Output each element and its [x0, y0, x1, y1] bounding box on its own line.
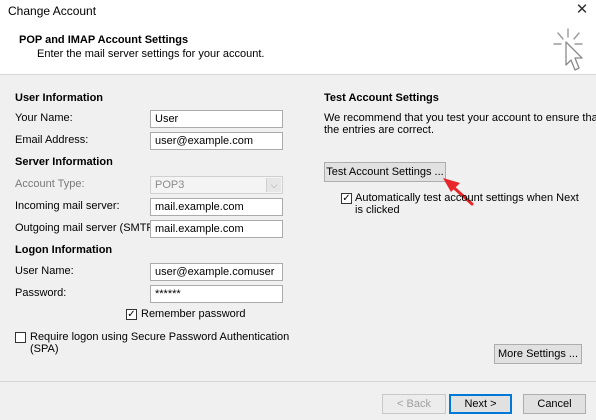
auto-test-label-line2: is clicked [355, 204, 400, 216]
cancel-button[interactable]: Cancel [523, 394, 586, 414]
title-bar: Change Account ✕ [0, 0, 596, 22]
close-icon[interactable]: ✕ [574, 2, 590, 18]
back-button[interactable]: < Back [382, 394, 446, 414]
auto-test-label-line1: Automatically test account settings when… [355, 192, 579, 204]
your-name-field[interactable]: User [150, 110, 283, 128]
header-title: POP and IMAP Account Settings [19, 34, 189, 46]
email-address-label: Email Address: [15, 134, 89, 146]
your-name-label: Your Name: [15, 112, 73, 124]
test-description-line2: the entries are correct. [324, 124, 435, 136]
password-label: Password: [15, 287, 67, 299]
test-description-line1: We recommend that you test your account … [324, 112, 596, 124]
dialog-header: POP and IMAP Account Settings Enter the … [0, 22, 596, 75]
spa-label-line2: (SPA) [30, 343, 59, 355]
test-account-settings-button[interactable]: Test Account Settings ... [324, 162, 446, 182]
incoming-server-label: Incoming mail server: [15, 200, 120, 212]
header-subtitle: Enter the mail server settings for your … [37, 48, 265, 60]
user-name-label: User Name: [15, 265, 74, 277]
logon-information-heading: Logon Information [15, 244, 113, 256]
account-type-select: POP3 ⌵ [150, 176, 283, 194]
user-information-heading: User Information [15, 92, 104, 104]
email-address-field[interactable]: user@example.com [150, 132, 283, 150]
next-button[interactable]: Next > [449, 394, 512, 414]
footer-divider [0, 381, 596, 382]
outgoing-server-field[interactable]: mail.example.com [150, 220, 283, 238]
remember-password-label: Remember password [141, 308, 246, 320]
user-name-field[interactable]: user@example.comuser [150, 263, 283, 281]
account-type-label: Account Type: [15, 178, 85, 190]
password-field[interactable]: ****** [150, 285, 283, 303]
server-information-heading: Server Information [15, 156, 113, 168]
auto-test-checkbox[interactable]: ✓ [341, 193, 352, 204]
incoming-server-field[interactable]: mail.example.com [150, 198, 283, 216]
remember-password-checkbox[interactable]: ✓ [126, 309, 137, 320]
window-title: Change Account [8, 4, 97, 18]
test-account-settings-heading: Test Account Settings [324, 92, 439, 104]
more-settings-button[interactable]: More Settings ... [494, 344, 582, 364]
spa-checkbox[interactable] [15, 332, 26, 343]
chevron-down-icon: ⌵ [266, 178, 281, 192]
spa-label-line1: Require logon using Secure Password Auth… [30, 331, 290, 343]
cursor-click-icon [553, 28, 583, 71]
outgoing-server-label: Outgoing mail server (SMTP): [15, 222, 161, 234]
